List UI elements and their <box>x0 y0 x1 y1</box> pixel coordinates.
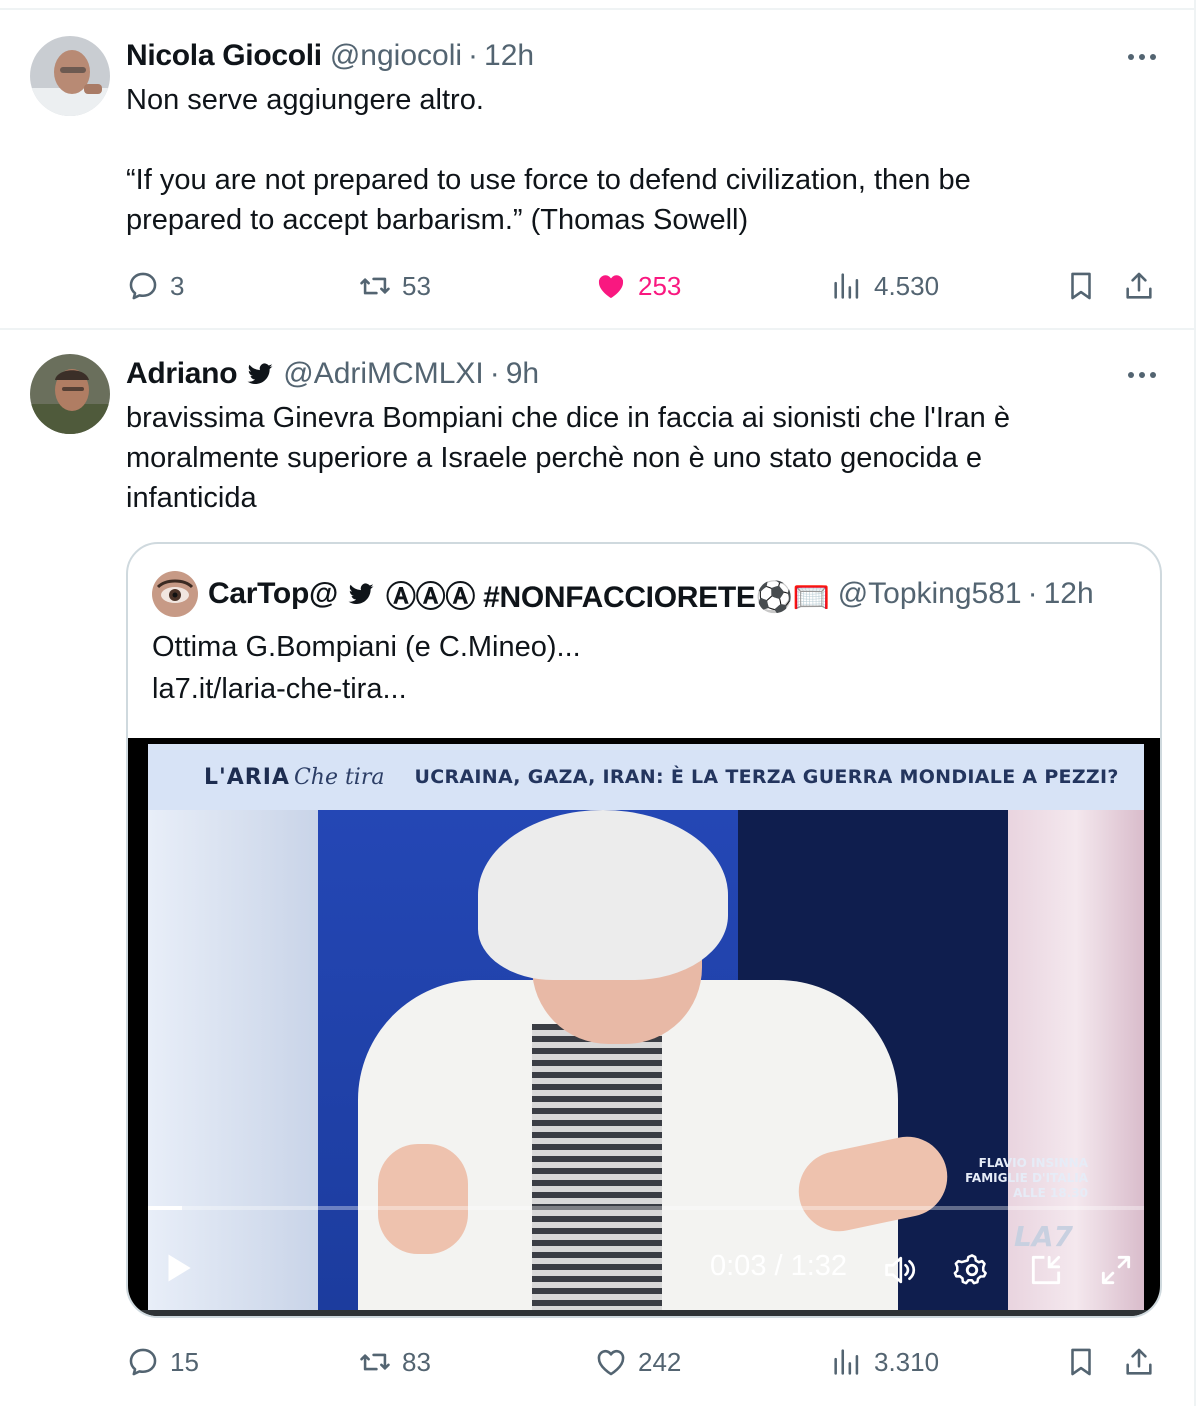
avatar[interactable] <box>30 36 110 116</box>
share-icon <box>1126 1348 1152 1375</box>
repost-button[interactable]: 83 <box>358 1342 431 1382</box>
promo-text: FLAVIO INSINNA FAMIGLIE D'ITALIA ALLE 18… <box>958 1156 1088 1201</box>
promo-line: FAMIGLIE D'ITALIA <box>965 1171 1088 1185</box>
reply-button[interactable]: 3 <box>126 266 184 306</box>
avatar[interactable] <box>30 354 110 434</box>
tweet-text-line: prepared to accept barbarism.” (Thomas S… <box>126 204 749 236</box>
more-options-icon[interactable] <box>1122 42 1162 72</box>
quoted-tweet-text: Ottima G.Bompiani (e C.Mineo)... la7.it/… <box>152 626 581 710</box>
separator: · <box>1027 577 1038 610</box>
repost-icon <box>360 1353 390 1371</box>
quoted-timestamp[interactable]: 12h <box>1044 577 1094 611</box>
tweet-text-line: moralmente superiore a Israele perchè no… <box>126 442 983 474</box>
views-button[interactable]: 4.530 <box>830 266 939 306</box>
settings-button[interactable] <box>950 1248 994 1292</box>
quoted-author-name[interactable]: CarTop@ <box>208 577 338 611</box>
video-progress-bar[interactable] <box>148 1206 1144 1210</box>
like-count: 253 <box>638 270 682 301</box>
like-count: 242 <box>638 1346 682 1377</box>
tweet-actions: 15 83 242 3.310 <box>126 1342 1166 1382</box>
bookmark-icon <box>1071 272 1091 300</box>
quoted-text-line: Ottima G.Bompiani (e C.Mineo)... <box>152 631 581 663</box>
volume-button[interactable] <box>878 1248 922 1292</box>
fullscreen-button[interactable] <box>1094 1248 1138 1292</box>
bookmark-button[interactable] <box>1064 1342 1098 1382</box>
tweet-text-line: infanticida <box>126 482 257 514</box>
author-handle[interactable]: @AdriMCMLXI <box>283 357 483 391</box>
show-headline: UCRAINA, GAZA, IRAN: È LA TERZA GUERRA M… <box>414 766 1119 788</box>
show-logo: L'ARIA <box>204 764 290 790</box>
tweet-header: Nicola Giocoli @ngiocoli · 12h <box>126 36 534 76</box>
heart-icon <box>597 1349 625 1376</box>
reply-count: 3 <box>170 270 185 301</box>
tweet-1[interactable]: Nicola Giocoli @ngiocoli · 12h Non serve… <box>0 0 1196 330</box>
views-count: 4.530 <box>874 270 940 301</box>
quoted-avatar[interactable] <box>152 571 198 617</box>
separator: · <box>468 39 479 72</box>
promo-line: FLAVIO INSINNA <box>978 1156 1088 1170</box>
video-progress-fill <box>148 1206 182 1210</box>
views-chart-icon <box>834 1349 859 1375</box>
quoted-name-suffix: ⒶⒶⒶ #NONFACCIORETE⚽🥅 <box>385 581 830 614</box>
video-player[interactable]: L'ARIA Che tira UCRAINA, GAZA, IRAN: È L… <box>128 738 1160 1316</box>
fullscreen-icon <box>1101 1255 1131 1285</box>
like-button[interactable]: 242 <box>594 1342 681 1382</box>
bookmark-button[interactable] <box>1064 266 1098 306</box>
author-handle[interactable]: @ngiocoli <box>330 39 462 73</box>
video-frame: L'ARIA Che tira UCRAINA, GAZA, IRAN: È L… <box>148 744 1144 1310</box>
timestamp[interactable]: 9h <box>506 357 539 391</box>
play-icon <box>168 1254 191 1282</box>
reply-icon <box>129 272 157 300</box>
separator: · <box>489 357 500 390</box>
video-timecode: 0:03 / 1:32 <box>710 1250 848 1282</box>
gear-icon <box>953 1254 987 1285</box>
quoted-link[interactable]: la7.it/laria-che-tira... <box>152 668 581 710</box>
show-banner: L'ARIA Che tira UCRAINA, GAZA, IRAN: È L… <box>148 744 1144 810</box>
tweet-text: Non serve aggiungere altro. “If you are … <box>126 80 1126 240</box>
picture-in-picture-icon <box>1031 1255 1061 1285</box>
tweet-text: bravissima Ginevra Bompiani che dice in … <box>126 398 1126 518</box>
author-name[interactable]: Adriano <box>126 357 238 391</box>
repost-icon <box>360 277 390 295</box>
repost-count: 53 <box>402 270 431 301</box>
views-chart-icon <box>834 273 859 299</box>
reply-icon <box>129 1348 157 1376</box>
share-icon <box>1126 272 1152 299</box>
reply-button[interactable]: 15 <box>126 1342 199 1382</box>
tweet-text-line: Non serve aggiungere altro. <box>126 84 484 116</box>
tweet-text-line <box>126 120 1126 160</box>
bookmark-icon <box>1071 1348 1091 1376</box>
views-button[interactable]: 3.310 <box>830 1342 939 1382</box>
views-count: 3.310 <box>874 1346 940 1377</box>
like-button[interactable]: 253 <box>594 266 681 306</box>
reply-count: 15 <box>170 1346 199 1377</box>
show-logo-script: Che tira <box>293 764 385 790</box>
timestamp[interactable]: 12h <box>484 39 534 73</box>
share-button[interactable] <box>1122 1342 1156 1382</box>
pip-button[interactable] <box>1024 1248 1068 1292</box>
tweet-text-line: “If you are not prepared to use force to… <box>126 164 971 196</box>
tweet-2[interactable]: Adriano @AdriMCMLXI · 9h bravissima Gine… <box>0 330 1196 1406</box>
video-controls: 0:03 / 1:32 <box>148 1238 1144 1298</box>
play-button[interactable] <box>156 1246 200 1290</box>
repost-count: 83 <box>402 1346 431 1377</box>
tweet-actions: 3 53 253 4.530 <box>126 266 1166 306</box>
more-options-icon[interactable] <box>1122 360 1162 390</box>
bird-icon <box>247 363 273 384</box>
speaker-hair <box>478 810 728 980</box>
repost-button[interactable]: 53 <box>358 266 431 306</box>
tweet-text-line: bravissima Ginevra Bompiani che dice in … <box>126 402 1010 434</box>
heart-filled-icon <box>598 275 624 299</box>
quoted-tweet-header: CarTop@ ⒶⒶⒶ #NONFACCIORETE⚽🥅 @Topking581… <box>152 571 1094 617</box>
video-bottom-edge <box>128 1310 1160 1316</box>
quoted-tweet[interactable]: CarTop@ ⒶⒶⒶ #NONFACCIORETE⚽🥅 @Topking581… <box>126 542 1162 1318</box>
volume-icon <box>885 1256 916 1284</box>
bird-icon <box>348 583 374 604</box>
studio-background <box>148 810 318 1310</box>
quoted-handle[interactable]: @Topking581 <box>838 577 1022 611</box>
promo-line: ALLE 18.30 <box>1013 1186 1088 1200</box>
tweet-header: Adriano @AdriMCMLXI · 9h <box>126 354 539 394</box>
author-name[interactable]: Nicola Giocoli <box>126 39 322 73</box>
share-button[interactable] <box>1122 266 1156 306</box>
